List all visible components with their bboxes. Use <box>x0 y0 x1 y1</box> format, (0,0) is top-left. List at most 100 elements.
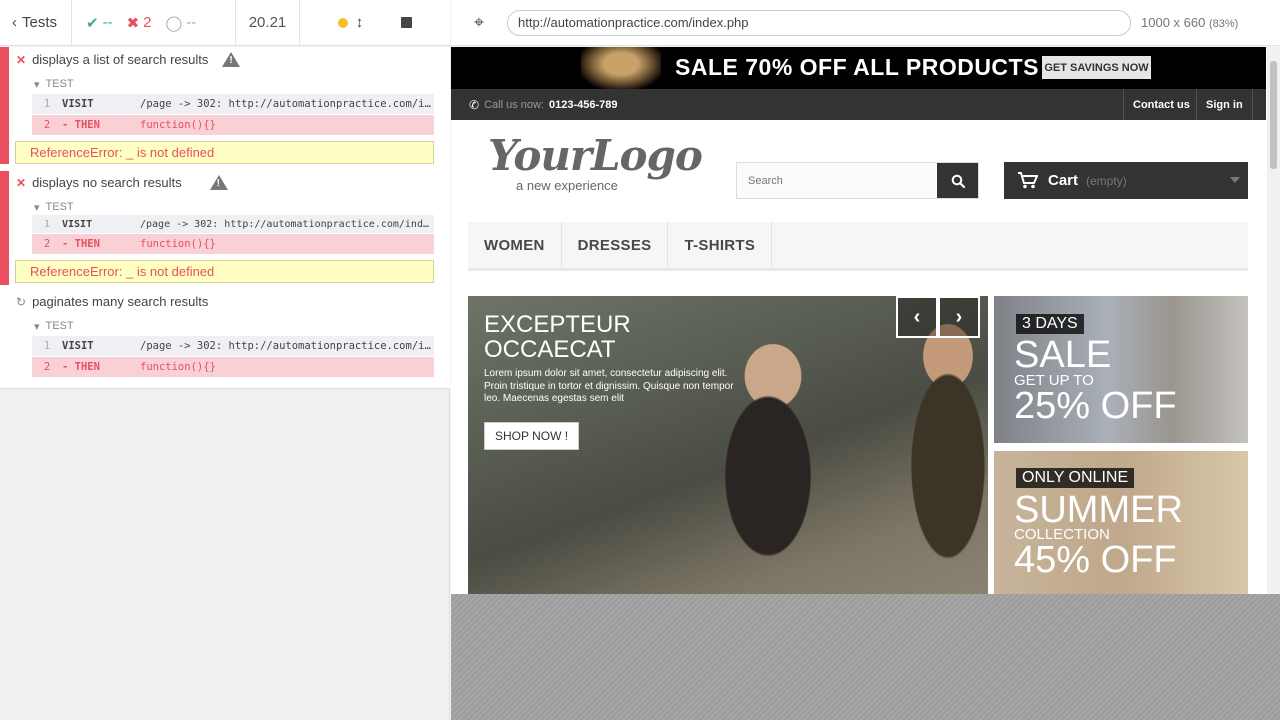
test-title-2[interactable]: ✕ displays no search results <box>16 175 228 190</box>
command-row-failed[interactable]: 2 - THEN function(){} <box>32 115 434 135</box>
call-us: ✆ Call us now: 0123-456-789 <box>469 98 618 112</box>
page-scrollbar[interactable] <box>1267 47 1280 594</box>
shop-now-button[interactable]: SHOP NOW ! <box>484 422 579 450</box>
slider-prev-button[interactable]: ‹ <box>896 296 938 338</box>
test-section-label[interactable]: ▾ TEST <box>34 201 74 214</box>
command-number: 2 <box>43 119 51 131</box>
warning-icon <box>222 52 241 67</box>
check-icon: ✔ <box>86 14 99 32</box>
command-row-failed[interactable]: 2 - THEN function(){} <box>32 234 434 254</box>
test-label-text: TEST <box>45 320 74 332</box>
url-bar[interactable]: http://automationpractice.com/index.php <box>507 9 1131 36</box>
passed-stat: ✔ -- <box>86 14 113 32</box>
search-box <box>736 162 979 199</box>
command-row[interactable]: 1 VISIT /page -> 302: http://automationp… <box>32 94 434 114</box>
command-number: 2 <box>43 361 51 373</box>
menu-item-women[interactable]: WOMEN <box>468 222 562 268</box>
error-message[interactable]: ReferenceError: _ is not defined <box>15 260 434 283</box>
run-controls: ↕ <box>300 0 450 46</box>
top-navbar: ✆ Call us now: 0123-456-789 Contact us S… <box>451 89 1266 120</box>
scroll-toggle-icon[interactable]: ↕ <box>356 14 364 31</box>
menu-item-tshirts[interactable]: T-SHIRTS <box>668 222 773 268</box>
promo-headline: SUMMER <box>1014 489 1183 531</box>
x-icon: ✖ <box>126 14 140 32</box>
error-message[interactable]: ReferenceError: _ is not defined <box>15 141 434 164</box>
failed-count: 2 <box>143 14 152 31</box>
contact-us-link[interactable]: Contact us <box>1123 89 1199 120</box>
command-message: function(){} <box>140 238 216 250</box>
promo-headline: SALE <box>1014 334 1112 376</box>
test-title-1[interactable]: ✕ displays a list of search results <box>16 52 241 67</box>
spinner-icon: ↻ <box>16 294 27 309</box>
command-name: - THEN <box>62 119 100 131</box>
search-button[interactable] <box>937 163 978 198</box>
command-name: VISIT <box>62 340 94 352</box>
command-number: 2 <box>43 238 51 250</box>
aut-iframe: SALE 70% OFF ALL PRODUCTS GET SAVINGS NO… <box>451 47 1280 594</box>
command-message: function(){} <box>140 361 216 373</box>
sale-banner[interactable]: SALE 70% OFF ALL PRODUCTS GET SAVINGS NO… <box>451 47 1266 89</box>
sign-in-link[interactable]: Sign in <box>1196 89 1253 120</box>
test-title-text: paginates many search results <box>32 294 209 309</box>
running-indicator-icon <box>337 17 348 28</box>
command-row[interactable]: 1 VISIT /page -> 302: http://automationp… <box>32 215 434 233</box>
caret-down-icon: ▾ <box>34 79 40 91</box>
slider-text: Lorem ipsum dolor sit amet, consectetur … <box>484 368 734 404</box>
cart-icon <box>1018 172 1038 189</box>
reporter-header: ‹ Tests ✔ -- ✖ 2 ◯ -- 20.21 ↕ <box>0 0 450 46</box>
back-to-tests-button[interactable]: ‹ Tests <box>0 0 72 46</box>
pending-count: -- <box>186 14 197 31</box>
warning-icon <box>209 175 228 190</box>
viewport-size: 1000 x 660 (83%) <box>1141 15 1238 30</box>
duration: 20.21 <box>236 0 300 46</box>
command-row[interactable]: 1 VISIT /page -> 302: http://automationp… <box>32 336 434 356</box>
command-message: /page -> 302: http://automationpractice.… <box>140 340 434 352</box>
aut-empty-area <box>451 594 1280 720</box>
slider-title-line1: EXCEPTEUR <box>484 311 631 338</box>
command-message: function(){} <box>140 119 216 131</box>
failed-stat: ✖ 2 <box>127 14 152 32</box>
command-number: 1 <box>43 98 51 110</box>
test-section-label[interactable]: ▾ TEST <box>34 320 74 333</box>
logo-tagline: a new experience <box>516 178 618 193</box>
test-stats: ✔ -- ✖ 2 ◯ -- <box>72 0 236 46</box>
site-logo[interactable]: YourLogo a new experience <box>488 135 703 195</box>
pending-stat: ◯ -- <box>166 14 197 32</box>
stop-icon[interactable] <box>401 17 413 28</box>
homepage-slider[interactable]: EXCEPTEUR OCCAECAT Lorem ipsum dolor sit… <box>468 296 988 594</box>
command-message: /page -> 302: http://automationpractice.… <box>140 98 434 110</box>
reporter-panel: ‹ Tests ✔ -- ✖ 2 ◯ -- 20.21 ↕ ✕ displays… <box>0 0 450 720</box>
menu-item-dresses[interactable]: DRESSES <box>562 222 669 268</box>
viewport-scale: (83%) <box>1208 18 1239 30</box>
test-label-text: TEST <box>45 201 74 213</box>
slider-next-button[interactable]: › <box>938 296 980 338</box>
main-menu: WOMEN DRESSES T-SHIRTS <box>468 222 1248 271</box>
cart-status: (empty) <box>1086 173 1127 188</box>
caret-down-icon: ▾ <box>34 202 40 214</box>
failure-bar <box>0 47 9 164</box>
test-title-text: displays a list of search results <box>32 52 209 67</box>
search-icon <box>951 174 965 188</box>
command-number: 1 <box>43 218 51 230</box>
command-name: - THEN <box>62 238 100 250</box>
selector-playground-icon[interactable]: ⌖ <box>451 12 507 33</box>
command-name: - THEN <box>62 361 100 373</box>
fail-icon: ✕ <box>16 175 27 190</box>
test-title-3[interactable]: ↻ paginates many search results <box>16 294 208 309</box>
promo-banner-sale[interactable]: 3 DAYS SALE GET UP TO 25% OFF <box>994 296 1248 443</box>
search-input[interactable] <box>737 163 937 198</box>
get-savings-button[interactable]: GET SAVINGS NOW <box>1042 56 1151 79</box>
circle-notch-icon: ◯ <box>165 14 183 32</box>
fail-icon: ✕ <box>16 52 27 67</box>
scrollbar-thumb[interactable] <box>1270 61 1277 169</box>
test-list: ✕ displays a list of search results ▾ TE… <box>0 47 450 389</box>
passed-count: -- <box>102 14 113 31</box>
test-label-text: TEST <box>45 78 74 90</box>
test-section-label[interactable]: ▾ TEST <box>34 78 74 91</box>
command-name: VISIT <box>62 98 94 110</box>
cart-button[interactable]: Cart (empty) <box>1004 162 1248 199</box>
command-row-failed[interactable]: 2 - THEN function(){} <box>32 357 434 377</box>
promo-tag: 3 DAYS <box>1016 314 1084 334</box>
viewport-dimensions: 1000 x 660 <box>1141 15 1206 30</box>
promo-banner-summer[interactable]: ONLY ONLINE SUMMER COLLECTION 45% OFF <box>994 451 1248 594</box>
